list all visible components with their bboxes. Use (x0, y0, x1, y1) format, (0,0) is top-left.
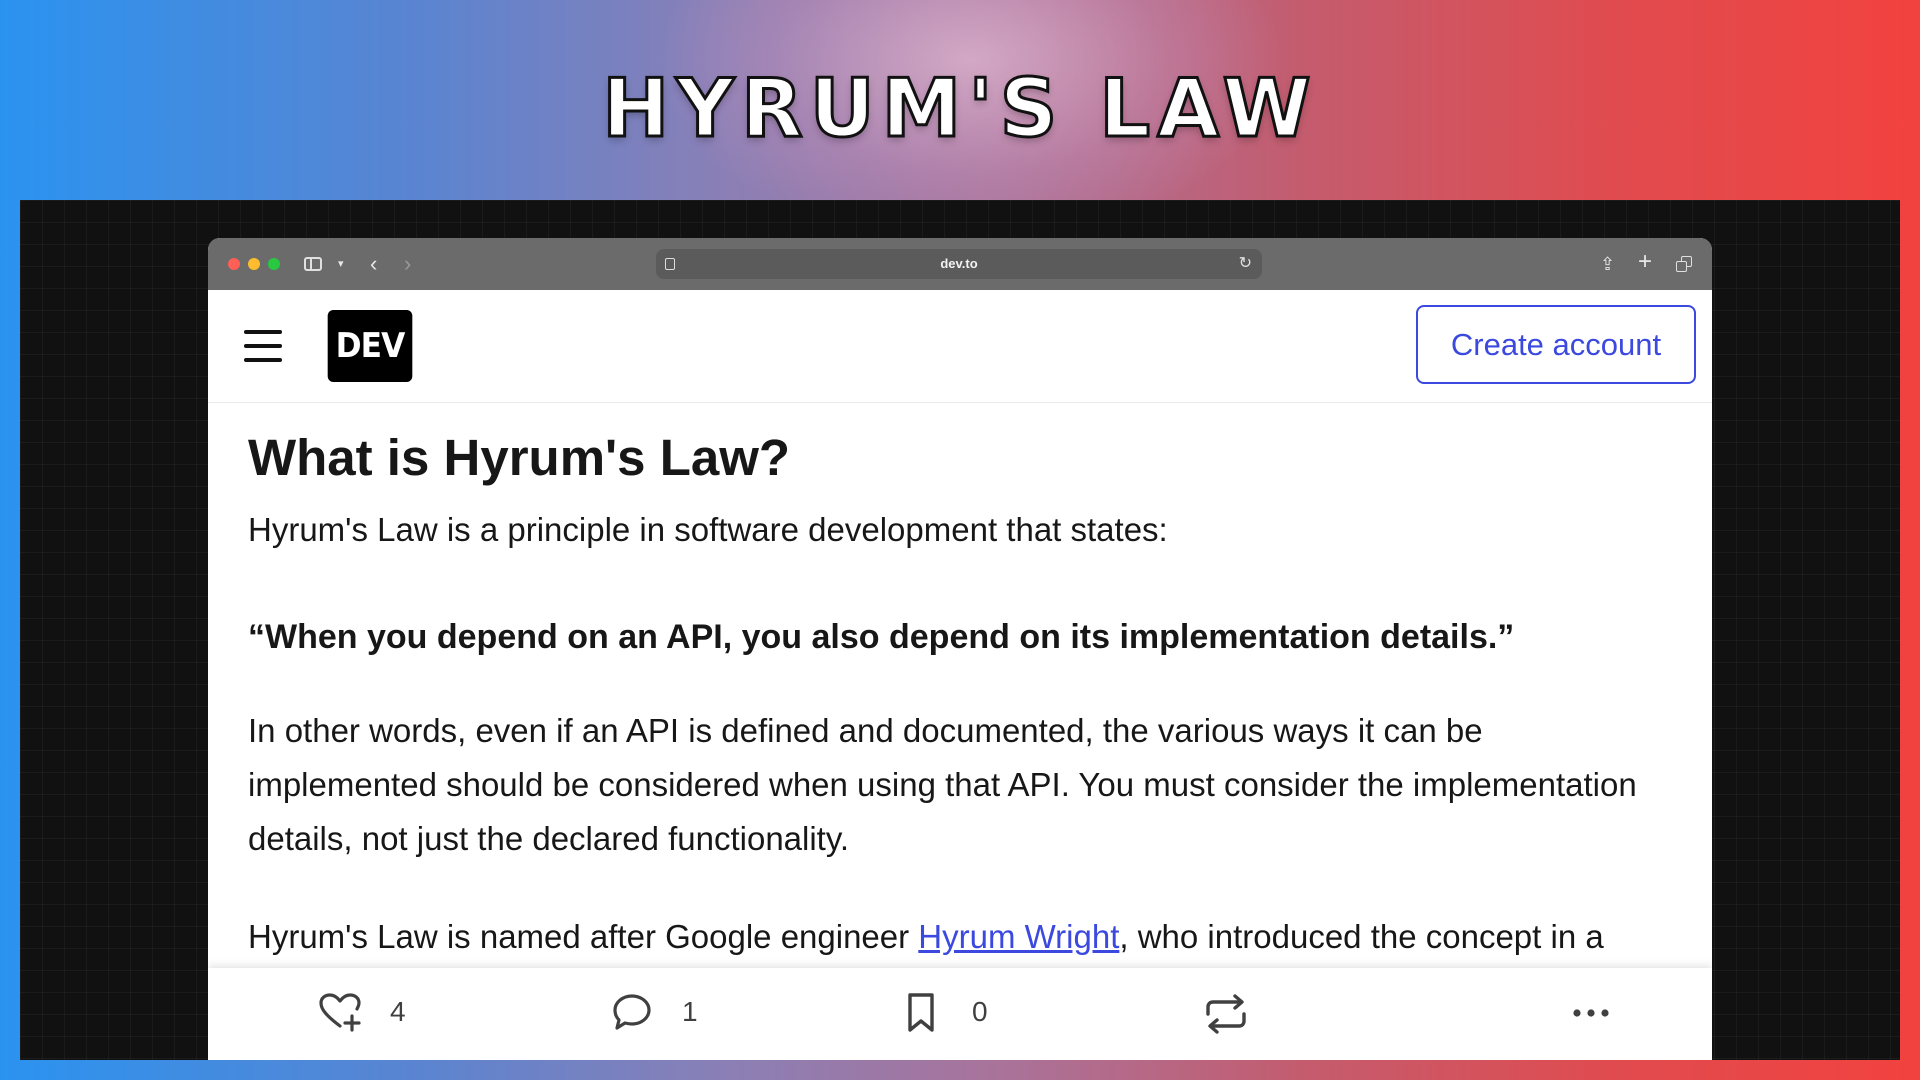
more-horizontal-icon (1573, 1009, 1609, 1017)
reload-icon[interactable]: ↻ (1239, 253, 1252, 273)
paragraph-text: , who introduced the concept in a (1119, 918, 1604, 955)
more-options-button[interactable] (1570, 988, 1630, 1038)
dev-logo[interactable]: DEV (327, 310, 413, 382)
article-paragraph: In other words, even if an API is define… (248, 712, 1637, 857)
comment-icon (613, 994, 651, 1030)
heart-plus-icon (319, 993, 361, 1032)
browser-toolbar: ▾ ‹ › dev.to ↻ ⇪ + (208, 238, 1712, 291)
sidebar-icon[interactable] (304, 257, 322, 271)
save-button[interactable]: 0 (900, 988, 1020, 1038)
address-text: dev.to (940, 256, 978, 271)
comment-count: 1 (682, 996, 698, 1027)
address-bar[interactable]: dev.to ↻ (656, 249, 1262, 279)
article-quote: “When you depend on an API, you also dep… (248, 618, 1515, 656)
like-button[interactable]: 4 (318, 988, 438, 1038)
grid-backdrop: ▾ ‹ › dev.to ↻ ⇪ + DEV Create account Wh… (20, 200, 1900, 1060)
paragraph-text: Hyrum's Law is named after Google engine… (248, 918, 919, 955)
minimize-window-button[interactable] (248, 258, 260, 270)
comment-button[interactable]: 1 (610, 988, 730, 1038)
save-count: 0 (972, 996, 988, 1027)
hyrum-wright-link[interactable]: Hyrum Wright (918, 918, 1119, 955)
tabs-overview-icon[interactable] (1676, 256, 1692, 272)
repost-icon (1206, 994, 1246, 1034)
menu-icon[interactable] (244, 330, 282, 362)
article-paragraph-2: Hyrum's Law is named after Google engine… (248, 910, 1604, 964)
create-account-button[interactable]: Create account (1416, 305, 1696, 384)
article-intro: Hyrum's Law is a principle in software d… (248, 511, 1168, 548)
like-count: 4 (390, 996, 406, 1027)
zoom-window-button[interactable] (268, 258, 280, 270)
close-window-button[interactable] (228, 258, 240, 270)
bookmark-icon (908, 993, 934, 1032)
banner-title: HYRUM'S LAW (601, 61, 1318, 157)
browser-window: ▾ ‹ › dev.to ↻ ⇪ + DEV Create account Wh… (208, 238, 1712, 1060)
new-tab-icon[interactable]: + (1638, 250, 1652, 274)
share-icon[interactable]: ⇪ (1600, 252, 1615, 276)
article-title: What is Hyrum's Law? (248, 429, 791, 486)
repost-button[interactable] (1202, 988, 1262, 1038)
site-header: DEV Create account (208, 290, 1712, 403)
back-icon[interactable]: ‹ (370, 252, 377, 276)
chevron-down-icon[interactable]: ▾ (338, 252, 344, 276)
article-action-bar: 4 1 0 (208, 968, 1712, 1060)
forward-icon[interactable]: › (404, 252, 411, 276)
